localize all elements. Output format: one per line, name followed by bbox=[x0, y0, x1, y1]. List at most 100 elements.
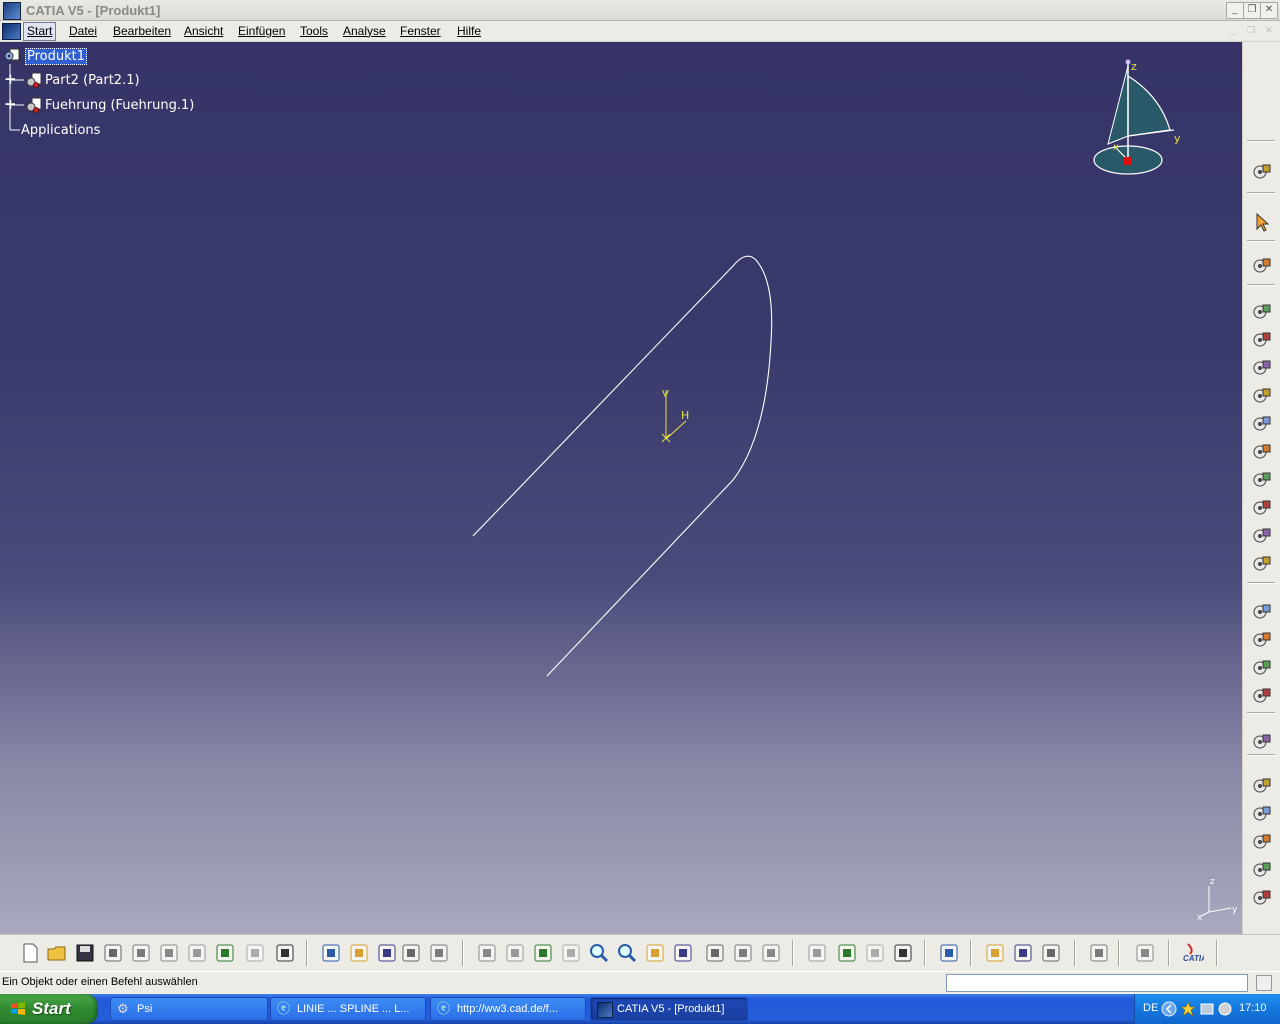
status-message: Ein Objekt oder einen Befehl auswählen bbox=[2, 976, 198, 988]
open-file-icon[interactable] bbox=[46, 942, 68, 964]
tray-icons bbox=[1161, 1001, 1232, 1017]
zoom-in-icon[interactable] bbox=[588, 942, 610, 964]
graph-tree-reorder-icon[interactable] bbox=[1252, 442, 1272, 462]
new-component-icon[interactable] bbox=[1252, 302, 1272, 322]
comment-icon[interactable] bbox=[348, 942, 370, 964]
maximize-button[interactable]: ❐ bbox=[1243, 2, 1261, 19]
contact-constraint-icon[interactable] bbox=[1252, 804, 1272, 824]
toolbar-separator bbox=[970, 940, 972, 966]
rotate-icon[interactable] bbox=[560, 942, 582, 964]
fit-all-icon[interactable] bbox=[504, 942, 526, 964]
hide-show-icon[interactable] bbox=[732, 942, 754, 964]
swap-visible-icon[interactable] bbox=[760, 942, 782, 964]
coincidence-constraint-icon[interactable] bbox=[1252, 776, 1272, 796]
menu-fenster[interactable]: Fenster bbox=[400, 24, 441, 38]
update-icon[interactable] bbox=[1252, 686, 1272, 706]
menu-ansicht[interactable]: Ansicht bbox=[184, 24, 223, 38]
replace-component-icon[interactable] bbox=[1252, 414, 1272, 434]
anchor-icon[interactable] bbox=[376, 942, 398, 964]
fly-mode-icon[interactable] bbox=[476, 942, 498, 964]
measure-between-icon[interactable] bbox=[806, 942, 828, 964]
mdi-close-button[interactable]: ✕ bbox=[1262, 24, 1276, 37]
toolbar-separator bbox=[1247, 712, 1275, 714]
bill-of-material-icon[interactable] bbox=[938, 942, 960, 964]
update-all-icon[interactable] bbox=[1040, 942, 1062, 964]
sketch-geometry[interactable]: V H bbox=[0, 42, 1242, 934]
save-management-icon[interactable] bbox=[984, 942, 1006, 964]
scene-icon[interactable] bbox=[1134, 942, 1156, 964]
catia-logo-icon[interactable]: CATIA bbox=[1182, 942, 1204, 964]
start-button[interactable]: Start bbox=[0, 994, 98, 1024]
whats-this-icon[interactable] bbox=[274, 942, 296, 964]
clash-icon[interactable] bbox=[1252, 732, 1272, 752]
menu-bearbeiten[interactable]: Bearbeiten bbox=[113, 24, 171, 38]
toolbar-separator bbox=[1118, 940, 1120, 966]
menu-analyse[interactable]: Analyse bbox=[343, 24, 386, 38]
catia-document-icon[interactable] bbox=[2, 23, 21, 40]
views-icon[interactable] bbox=[672, 942, 694, 964]
menu-tools[interactable]: Tools bbox=[300, 24, 328, 38]
close-button[interactable]: ✕ bbox=[1260, 2, 1278, 19]
status-options-button[interactable] bbox=[1256, 975, 1272, 991]
publication-icon[interactable] bbox=[1012, 942, 1034, 964]
tree-expand-icon[interactable] bbox=[428, 942, 450, 964]
new-product-icon[interactable] bbox=[1252, 330, 1272, 350]
material-icon[interactable] bbox=[1088, 942, 1110, 964]
reuse-pattern-icon[interactable] bbox=[1252, 498, 1272, 518]
taskbar-button-linie-spline[interactable]: ⓔ LINIE ... SPLINE ... L... bbox=[270, 997, 426, 1021]
smart-move-icon[interactable] bbox=[1252, 658, 1272, 678]
angle-constraint-icon[interactable] bbox=[1252, 860, 1272, 880]
windows-flag-icon bbox=[11, 1002, 25, 1015]
print-icon[interactable] bbox=[102, 942, 124, 964]
catia-app-icon[interactable] bbox=[3, 2, 21, 20]
taskbar-button-cad-de[interactable]: ⓔ http://ww3.cad.de/f... bbox=[430, 997, 586, 1021]
3d-viewport[interactable]: Produkt1 + Part2 (Part2.1) + Fuehrung (F… bbox=[0, 42, 1242, 934]
browser-icon: ⓔ bbox=[277, 1001, 291, 1016]
pan-icon[interactable] bbox=[532, 942, 554, 964]
redo-icon[interactable] bbox=[244, 942, 266, 964]
offset-constraint-icon[interactable] bbox=[1252, 832, 1272, 852]
measure-item-icon[interactable] bbox=[836, 942, 858, 964]
menu-einfuegen[interactable]: Einfügen bbox=[238, 24, 285, 38]
language-indicator[interactable]: DE bbox=[1143, 1002, 1158, 1014]
multi-instantiation-icon[interactable] bbox=[1252, 526, 1272, 546]
minimize-button[interactable]: _ bbox=[1226, 2, 1244, 19]
menu-datei[interactable]: Datei bbox=[69, 24, 97, 38]
toolbar-separator bbox=[1247, 754, 1275, 756]
existing-component-icon[interactable] bbox=[1252, 386, 1272, 406]
new-part-icon[interactable] bbox=[1252, 358, 1272, 378]
manipulation-icon[interactable] bbox=[1252, 256, 1272, 276]
normal-view-icon[interactable] bbox=[644, 942, 666, 964]
table-icon[interactable] bbox=[400, 942, 422, 964]
undo-icon[interactable] bbox=[214, 942, 236, 964]
measure-inertia-icon[interactable] bbox=[864, 942, 886, 964]
cut-icon[interactable] bbox=[130, 942, 152, 964]
zoom-out-icon[interactable] bbox=[616, 942, 638, 964]
save-icon[interactable] bbox=[74, 942, 96, 964]
paste-icon[interactable] bbox=[186, 942, 208, 964]
new-file-icon[interactable] bbox=[19, 942, 41, 964]
menu-start[interactable]: Start bbox=[23, 22, 57, 41]
catalog-gears-icon[interactable] bbox=[1252, 162, 1272, 182]
explode-icon[interactable] bbox=[1252, 554, 1272, 574]
generate-numbering-icon[interactable] bbox=[1252, 470, 1272, 490]
snap-icon[interactable] bbox=[1252, 630, 1272, 650]
select-arrow-icon[interactable] bbox=[1252, 212, 1272, 232]
taskbar: Start ⚙ Psi ⓔ LINIE ... SPLINE ... L... … bbox=[0, 994, 1280, 1024]
mdi-restore-button[interactable]: ❐ bbox=[1244, 24, 1258, 37]
power-input-field[interactable] bbox=[946, 974, 1248, 992]
copy-icon[interactable] bbox=[158, 942, 180, 964]
mdi-minimize-button[interactable]: _ bbox=[1226, 24, 1240, 37]
toolbar-separator bbox=[1168, 940, 1170, 966]
catalog-icon[interactable] bbox=[892, 942, 914, 964]
right-toolbar bbox=[1243, 42, 1280, 934]
taskbar-button-psi[interactable]: ⚙ Psi bbox=[110, 997, 268, 1021]
corner-axis-icon: z y x bbox=[1197, 877, 1238, 922]
fix-component-icon[interactable] bbox=[1252, 888, 1272, 908]
formula-icon[interactable] bbox=[320, 942, 342, 964]
manipulate-icon[interactable] bbox=[1252, 602, 1272, 622]
taskbar-button-catia[interactable]: CATIA V5 - [Produkt1] bbox=[590, 997, 748, 1021]
render-style-icon[interactable] bbox=[704, 942, 726, 964]
taskbar-button-label: Psi bbox=[137, 1003, 153, 1015]
menu-hilfe[interactable]: Hilfe bbox=[457, 24, 481, 38]
